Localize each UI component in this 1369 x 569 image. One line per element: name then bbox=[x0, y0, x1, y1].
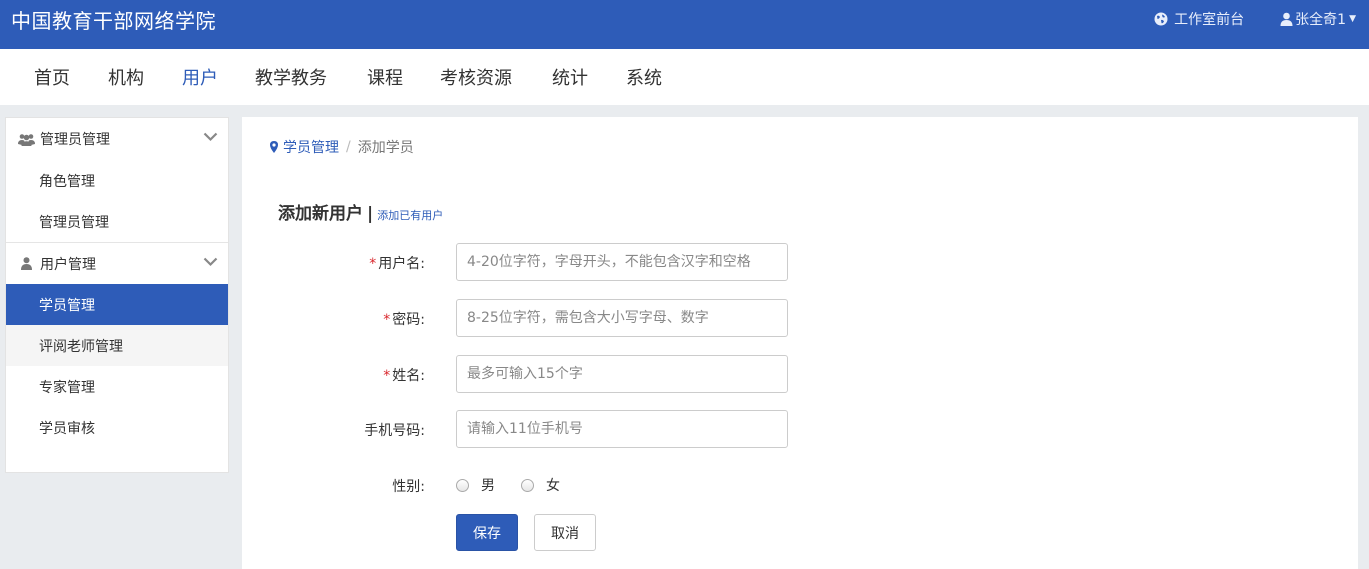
cancel-button[interactable]: 取消 bbox=[534, 514, 596, 551]
sidebar-group-users-label: 用户管理 bbox=[40, 256, 96, 273]
chevron-down-icon bbox=[203, 132, 218, 142]
site-brand[interactable]: 中国教育干部网络学院 bbox=[11, 5, 216, 34]
name-row: * 姓名: bbox=[242, 355, 942, 393]
form-title-divider: | bbox=[367, 204, 374, 224]
top-right-menu: 工作室前台 张全奇1 ▼ bbox=[1154, 9, 1356, 29]
sidebar-group-admin[interactable]: 管理员管理 bbox=[6, 118, 228, 160]
breadcrumb-separator: / bbox=[346, 139, 351, 155]
sidebar-group-users[interactable]: 用户管理 bbox=[6, 242, 228, 284]
required-mark: * bbox=[369, 256, 377, 272]
username-label: * 用户名: bbox=[369, 256, 425, 272]
main-content: 学员管理 / 添加学员 添加新用户 | 添加已有用户 *用户名: *密码: *姓… bbox=[242, 117, 1358, 569]
password-row: * 密码: bbox=[242, 299, 942, 337]
nav-item-home[interactable]: 首页 bbox=[34, 64, 70, 90]
save-button[interactable]: 保存 bbox=[456, 514, 518, 551]
nav-item-users[interactable]: 用户 bbox=[182, 64, 218, 90]
studio-frontend-label: 工作室前台 bbox=[1174, 12, 1245, 28]
main-nav: 首页 机构 用户 教学教务 课程 考核资源 统计 系统 bbox=[0, 49, 1369, 105]
form-title: 添加新用户 | 添加已有用户 bbox=[278, 199, 443, 224]
map-marker-icon bbox=[270, 141, 278, 153]
gender-male-radio[interactable]: 男 bbox=[456, 475, 495, 495]
user-name: 张全奇1 bbox=[1295, 12, 1347, 28]
phone-label: 手机号码: bbox=[364, 423, 425, 439]
users-icon bbox=[16, 133, 36, 146]
form-title-text: 添加新用户 bbox=[278, 204, 363, 224]
nav-item-institution[interactable]: 机构 bbox=[108, 64, 144, 90]
top-bar: 中国教育干部网络学院 工作室前台 张全奇1 ▼ bbox=[0, 0, 1369, 49]
username-input[interactable] bbox=[456, 243, 788, 281]
username-row: * 用户名: bbox=[242, 243, 942, 281]
phone-input[interactable] bbox=[456, 410, 788, 448]
nav-item-courses[interactable]: 课程 bbox=[367, 64, 403, 90]
gender-male-label: 男 bbox=[481, 478, 495, 494]
caret-down-icon: ▼ bbox=[1349, 14, 1356, 24]
required-mark: * bbox=[383, 368, 391, 384]
radio-circle[interactable] bbox=[456, 478, 469, 492]
sidebar-item-roles[interactable]: 角色管理 bbox=[6, 160, 228, 201]
name-input[interactable] bbox=[456, 355, 788, 393]
user-icon bbox=[1280, 12, 1293, 26]
sidebar-item-student-review[interactable]: 学员审核 bbox=[6, 407, 228, 448]
password-label: * 密码: bbox=[383, 312, 425, 328]
phone-row: 手机号码: bbox=[242, 410, 942, 448]
sidebar-group-admin-label: 管理员管理 bbox=[40, 132, 110, 148]
add-existing-user-link[interactable]: 添加已有用户 bbox=[377, 207, 443, 223]
user-icon bbox=[16, 257, 36, 270]
gender-radio-group: 男 女 bbox=[456, 475, 586, 495]
globe-icon bbox=[1154, 12, 1168, 26]
chevron-down-icon bbox=[203, 257, 218, 267]
gender-label: 性别: bbox=[392, 479, 425, 495]
gender-row: 性别: 男 女 bbox=[242, 466, 942, 504]
breadcrumb: 学员管理 / 添加学员 bbox=[270, 137, 414, 157]
sidebar-item-reviewers[interactable]: 评阅老师管理 bbox=[6, 325, 228, 366]
nav-item-teaching[interactable]: 教学教务 bbox=[255, 64, 327, 90]
sidebar-item-experts[interactable]: 专家管理 bbox=[6, 366, 228, 407]
password-input[interactable] bbox=[456, 299, 788, 337]
nav-item-system[interactable]: 系统 bbox=[626, 64, 662, 90]
breadcrumb-current: 添加学员 bbox=[357, 140, 414, 156]
user-menu[interactable]: 张全奇1 ▼ bbox=[1280, 9, 1356, 29]
sidebar: 管理员管理 角色管理 管理员管理 用户管理 学员管理 评阅老师管理 专家管理 学… bbox=[5, 117, 229, 473]
studio-frontend-link[interactable]: 工作室前台 bbox=[1154, 9, 1244, 29]
nav-item-assessment[interactable]: 考核资源 bbox=[440, 64, 512, 90]
breadcrumb-parent-link[interactable]: 学员管理 bbox=[283, 137, 339, 157]
nav-item-statistics[interactable]: 统计 bbox=[552, 64, 588, 90]
sidebar-item-admins[interactable]: 管理员管理 bbox=[6, 201, 228, 242]
required-mark: * bbox=[383, 312, 391, 328]
name-label: * 姓名: bbox=[383, 368, 425, 384]
gender-female-label: 女 bbox=[546, 478, 560, 494]
gender-female-radio[interactable]: 女 bbox=[521, 475, 560, 495]
sidebar-item-students[interactable]: 学员管理 bbox=[6, 284, 228, 325]
radio-circle[interactable] bbox=[521, 478, 534, 492]
